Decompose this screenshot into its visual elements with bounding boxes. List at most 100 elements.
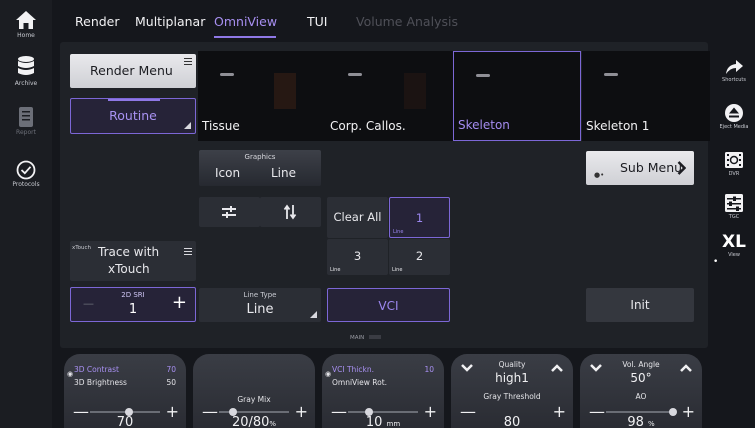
- line-3-caption: Line: [330, 267, 341, 273]
- clear-all-label: Clear All: [333, 210, 382, 224]
- knob-slider[interactable]: [90, 408, 160, 416]
- knob-quality[interactable]: Quality high1 Gray Threshold — + 80: [451, 354, 573, 428]
- clear-all-button[interactable]: Clear All: [327, 197, 388, 238]
- knob-top2-label: OmniView Rot.: [332, 378, 388, 387]
- page-caption: MAIN: [350, 335, 381, 341]
- thumbnail-preview: [348, 73, 362, 76]
- line-type-dropdown[interactable]: Line Type Line: [199, 288, 321, 322]
- knob-top2-label: 3D Brightness: [74, 378, 127, 387]
- knob-top1-value: 10: [424, 365, 434, 374]
- swap-horizontal-icon: [222, 206, 236, 218]
- knob-top1-label: VCI Thickn.: [332, 365, 374, 374]
- thumbnail-skeleton-1[interactable]: Skeleton 1: [582, 51, 710, 141]
- vci-button[interactable]: VCI: [327, 288, 450, 322]
- check-circle-icon: [16, 160, 36, 180]
- archive-icon: [18, 56, 34, 75]
- routine-indicator: [108, 99, 160, 101]
- eject-icon: [725, 104, 743, 122]
- knob-slider[interactable]: [219, 408, 289, 416]
- thumbnail-tissue[interactable]: Tissue: [198, 51, 326, 141]
- sub-menu-button[interactable]: ●• Sub Menu: [586, 151, 694, 185]
- routine-label: Routine: [109, 108, 157, 123]
- knob-top1-label: 3D Contrast: [74, 365, 119, 374]
- chevron-right-icon: [677, 161, 686, 175]
- graphics-icon-option[interactable]: Icon: [215, 166, 240, 180]
- menu-icon: [184, 58, 192, 67]
- tab-render[interactable]: Render: [75, 14, 120, 29]
- tab-tui[interactable]: TUI: [307, 14, 327, 29]
- line-type-title: Line Type: [243, 291, 277, 299]
- report-icon: [19, 107, 33, 127]
- knob-top1-value: 70: [166, 365, 176, 374]
- knob-contrast[interactable]: ◉ 3D Contrast 70 3D Brightness 50 — + 70: [64, 354, 186, 428]
- tgc-label: TGC: [728, 214, 740, 220]
- knob-vol-angle[interactable]: Vol. Angle 50° AO — + 98 %: [580, 354, 702, 428]
- home-icon: [16, 11, 36, 29]
- line-2-value: 2: [415, 249, 424, 263]
- trace-line2: xTouch: [108, 262, 150, 276]
- thumbnail-preview: [220, 73, 234, 76]
- swap-horizontal-button[interactable]: [199, 197, 260, 227]
- active-tab-underline: [214, 36, 276, 38]
- xl-view-text: XL: [722, 232, 746, 252]
- eject-media-button[interactable]: Eject Media: [713, 103, 755, 130]
- view-label: View: [728, 252, 740, 258]
- init-label: Init: [630, 298, 650, 312]
- knob-value: 20/80%: [231, 415, 277, 428]
- protocols-button[interactable]: Protocols: [0, 160, 52, 188]
- knob-slider[interactable]: [606, 408, 677, 416]
- render-menu-button[interactable]: Render Menu: [70, 54, 196, 88]
- report-button[interactable]: Report: [0, 106, 52, 136]
- graphics-toggle[interactable]: Graphics Icon Line: [199, 150, 321, 186]
- page-caption-main: MAIN: [350, 335, 365, 341]
- thumbnail-skeleton[interactable]: Skeleton: [453, 51, 581, 141]
- dropdown-arrow-icon: [310, 311, 317, 318]
- shortcuts-button[interactable]: Shortcuts: [713, 58, 755, 83]
- tab-volume-analysis[interactable]: Volume Analysis: [356, 14, 458, 29]
- tab-multiplanar[interactable]: Multiplanar: [135, 14, 205, 29]
- protocols-label: Protocols: [12, 181, 40, 188]
- knob-value: 10 mm: [365, 415, 401, 428]
- vci-label: VCI: [378, 299, 399, 313]
- view-indicator-dot: •: [713, 257, 719, 267]
- dvr-button[interactable]: DVR: [713, 150, 755, 177]
- sub-menu-label: Sub Menu: [620, 160, 683, 175]
- knob-slider[interactable]: [348, 408, 418, 416]
- menu-icon: [184, 248, 192, 257]
- render-menu-label: Render Menu: [90, 63, 173, 78]
- thumbnail-label: Skeleton 1: [586, 119, 650, 133]
- tab-omniview[interactable]: OmniView: [214, 14, 277, 29]
- sri-stepper[interactable]: — 2D SRI 1 +: [70, 287, 196, 322]
- knob-top2-value: 50: [166, 378, 176, 387]
- sri-plus-button[interactable]: +: [172, 292, 187, 313]
- xl-view-button[interactable]: • XL View: [713, 232, 755, 268]
- film-icon: [725, 152, 743, 168]
- swap-vertical-icon: [283, 204, 297, 220]
- routine-dropdown[interactable]: Routine: [70, 98, 196, 134]
- thumbnail-preview: [404, 73, 426, 109]
- sliders-icon: [725, 194, 743, 212]
- swap-vertical-button[interactable]: [260, 197, 321, 227]
- line-2-button[interactable]: 2 Line: [389, 239, 450, 275]
- knob-value: 98 %: [627, 415, 655, 428]
- chevron-up-icon[interactable]: [550, 362, 564, 374]
- thumbnail-label: Tissue: [202, 119, 240, 133]
- archive-button[interactable]: Archive: [0, 55, 52, 87]
- graphics-line-option[interactable]: Line: [271, 166, 296, 180]
- knob-vci-thickness[interactable]: ◉ VCI Thickn. 10 OmniView Rot. — + 10 mm: [322, 354, 444, 428]
- thumbnail-preview: [604, 73, 618, 76]
- line-1-button[interactable]: 1 Line: [389, 197, 450, 238]
- line-3-button[interactable]: 3 Line: [327, 239, 388, 275]
- trace-xtouch-button[interactable]: xTouch Trace with xTouch: [70, 241, 196, 281]
- tgc-button[interactable]: TGC: [713, 193, 755, 220]
- knob-indicator-icon: ◉: [67, 370, 74, 378]
- graphics-title: Graphics: [244, 153, 276, 161]
- init-button[interactable]: Init: [586, 288, 694, 322]
- chevron-up-icon[interactable]: [679, 362, 693, 374]
- line-1-value: 1: [415, 211, 424, 225]
- thumbnail-corp-callos[interactable]: Corp. Callos.: [326, 51, 454, 141]
- archive-label: Archive: [14, 80, 38, 87]
- home-button[interactable]: Home: [0, 9, 52, 39]
- knob-gray-mix[interactable]: Gray Mix — + 20/80%: [193, 354, 315, 428]
- knob-title: AO: [635, 392, 647, 401]
